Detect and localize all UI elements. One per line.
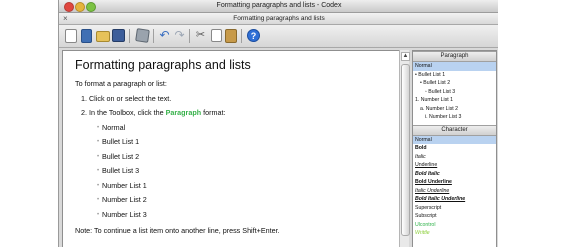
paragraph-style-bullet-2[interactable]: • Bullet List 2 (413, 79, 496, 88)
codex-window: Formatting paragraphs and lists - Codex … (58, 0, 500, 247)
list-item: Bullet List 3 (97, 164, 393, 179)
scroll-thumb[interactable] (401, 64, 410, 236)
open-folder-icon[interactable] (96, 31, 110, 42)
paragraph-panel-header: Paragraph (413, 51, 496, 62)
toolbar: ↶ ↷ ✂ ? (59, 25, 499, 48)
list-item: Number List 2 (97, 193, 393, 208)
scroll-up-arrow-icon[interactable]: ▲ (401, 52, 410, 61)
document-tab-bar: × Formatting paragraphs and lists (59, 13, 499, 25)
character-style-underline[interactable]: Underline (413, 161, 496, 170)
document-editor[interactable]: Formatting paragraphs and lists To forma… (62, 50, 400, 247)
character-style-bold-underline[interactable]: Bold Underline (413, 178, 496, 187)
undo-icon[interactable]: ↶ (158, 29, 171, 42)
toolbar-separator (129, 29, 130, 43)
list-item: Number List 1 (97, 179, 393, 194)
step-1: 1. Click on or select the text. (81, 93, 172, 103)
paragraph-style-bullet-1[interactable]: • Bullet List 1 (413, 71, 496, 80)
character-style-ulcontrol[interactable]: Ulcontrol (413, 221, 496, 230)
toolbar-separator (189, 29, 190, 43)
cut-icon[interactable]: ✂ (194, 29, 207, 42)
toolbar-separator (153, 29, 154, 43)
document-title: Formatting paragraphs and lists (233, 15, 325, 22)
paragraph-style-number-1[interactable]: 1. Number List 1 (413, 96, 496, 105)
step-2: 2. In the Toolbox, click the Paragraph f… (81, 106, 393, 121)
window-title: Formatting paragraphs and lists - Codex (216, 2, 342, 9)
editor-scrollbar[interactable]: ▲ (399, 50, 410, 247)
paragraph-link[interactable]: Paragraph (166, 108, 202, 117)
list-item: Bullet List 1 (97, 135, 393, 150)
character-panel-header: Character (413, 124, 496, 136)
intro-paragraph: To format a paragraph or list: (75, 79, 167, 88)
copy-icon[interactable] (211, 29, 222, 42)
paragraph-style-number-3[interactable]: i. Number List 3 (413, 113, 496, 122)
list-item: Normal (97, 121, 393, 136)
title-bar[interactable]: Formatting paragraphs and lists - Codex (59, 0, 499, 13)
toolbox-panel: Paragraph Normal • Bullet List 1 • Bulle… (412, 50, 497, 247)
page-background (498, 0, 565, 247)
paragraph-style-bullet-3[interactable]: ◦ Bullet List 3 (413, 88, 496, 97)
document-content: Formatting paragraphs and lists To forma… (75, 57, 393, 239)
book-icon[interactable] (81, 29, 92, 43)
paragraph-style-number-2[interactable]: a. Number List 2 (413, 105, 496, 114)
cube-icon[interactable] (135, 28, 150, 43)
toolbar-separator (241, 29, 242, 43)
character-style-italic[interactable]: Italic (413, 153, 496, 162)
note-paragraph: Note: To continue a list item onto anoth… (75, 226, 280, 235)
document-heading: Formatting paragraphs and lists (75, 58, 251, 72)
paste-icon[interactable] (225, 29, 237, 43)
step-2-suffix: format: (201, 108, 226, 117)
character-style-normal[interactable]: Normal (413, 135, 496, 144)
character-style-writtle[interactable]: Writtle (413, 229, 496, 238)
step-2-text: 2. In the Toolbox, click the (81, 108, 166, 117)
character-style-bold-italic[interactable]: Bold Italic (413, 170, 496, 179)
save-disk-icon[interactable] (112, 29, 125, 42)
redo-icon[interactable]: ↷ (173, 29, 186, 42)
character-style-superscript[interactable]: Superscript (413, 204, 496, 213)
list-item: Number List 3 (97, 208, 393, 223)
character-style-bold-italic-underline[interactable]: Bold Italic Underline (413, 195, 496, 204)
help-icon[interactable]: ? (247, 29, 260, 42)
character-style-italic-underline[interactable]: Italic Underline (413, 187, 496, 196)
paragraph-style-normal[interactable]: Normal (413, 62, 496, 71)
new-page-icon[interactable] (65, 29, 77, 43)
character-style-bold[interactable]: Bold (413, 144, 496, 153)
list-item: Bullet List 2 (97, 150, 393, 165)
character-style-subscript[interactable]: Subscript (413, 212, 496, 221)
